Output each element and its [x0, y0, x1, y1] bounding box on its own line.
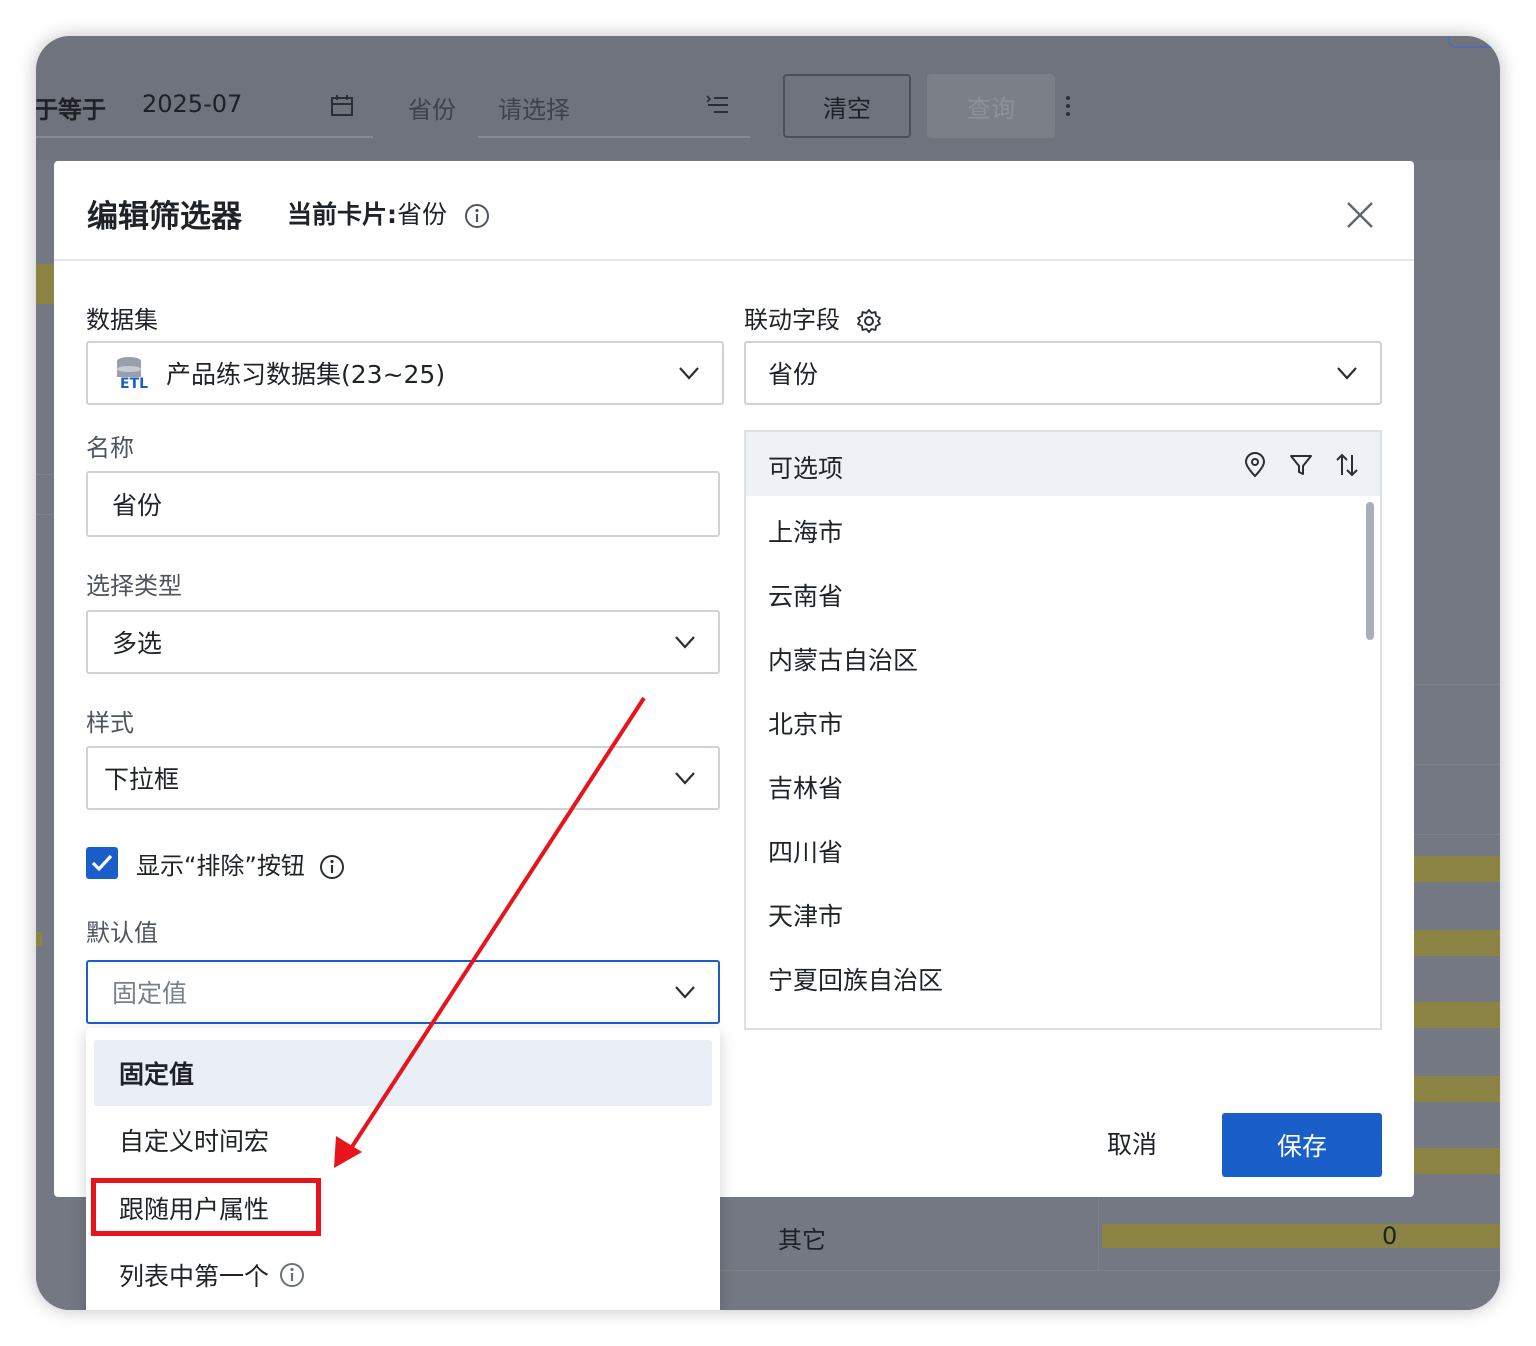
background-divider: [1414, 834, 1500, 835]
show-exclude-text: 显示“排除”按钮: [136, 852, 305, 880]
dataset-select[interactable]: ETL 产品练习数据集(23~25): [86, 341, 724, 405]
option-item[interactable]: 云南省: [768, 577, 843, 613]
background-province-underline: [478, 136, 750, 138]
background-other-label: 其它: [778, 1226, 826, 1254]
name-input[interactable]: 省份: [86, 471, 720, 537]
default-value-value: 固定值: [112, 979, 188, 1008]
style-select[interactable]: 下拉框: [86, 746, 720, 810]
linked-field-select[interactable]: 省份: [744, 341, 1382, 405]
background-date-value: 2025-07: [142, 90, 243, 118]
background-other-value: 0: [1382, 1222, 1398, 1250]
background-filter-label: 于等于: [36, 96, 106, 124]
current-card-value: 省份: [397, 200, 448, 229]
background-divider: [36, 514, 54, 515]
dataset-label: 数据集: [86, 306, 158, 334]
menu-item-first-in-list[interactable]: 列表中第一个: [94, 1242, 712, 1308]
save-button[interactable]: 保存: [1222, 1113, 1382, 1177]
name-value: 省份: [112, 491, 163, 520]
current-card-label: 当前卡片:省份: [287, 195, 490, 231]
chevron-down-icon: [679, 367, 699, 380]
checkmark-icon: [91, 854, 113, 872]
option-item[interactable]: 上海市: [768, 513, 843, 549]
background-bar: [1414, 1148, 1500, 1174]
background-toolbar: 于等于 2025-07 省份 请选择 清空 查询: [36, 36, 1500, 160]
etl-icon: ETL: [117, 357, 148, 390]
linked-field-value: 省份: [768, 360, 819, 389]
background-bar: [36, 932, 42, 946]
option-item[interactable]: 天津市: [768, 897, 843, 933]
option-item[interactable]: 北京市: [768, 705, 843, 741]
default-value-dropdown: 固定值 自定义时间宏 跟随用户属性 列表中第一个: [86, 1028, 720, 1310]
menu-item-custom-time-macro[interactable]: 自定义时间宏: [94, 1107, 712, 1173]
chevron-down-icon: [675, 772, 695, 785]
cancel-button[interactable]: 取消: [1084, 1113, 1180, 1173]
option-item[interactable]: 宁夏回族自治区: [768, 961, 943, 997]
background-corner-control: [1448, 36, 1500, 48]
style-value: 下拉框: [104, 765, 180, 794]
background-divider: [720, 1270, 1500, 1271]
background-divider: [1414, 764, 1500, 765]
background-clear-button[interactable]: 清空: [783, 74, 911, 138]
background-bar: [1414, 856, 1500, 882]
location-pin-icon[interactable]: [1242, 452, 1268, 478]
filter-icon[interactable]: [1288, 452, 1314, 478]
screen-frame: 于等于 2025-07 省份 请选择 清空 查询 其它 0 编辑筛选器 当前卡片…: [36, 36, 1500, 1310]
background-province-label: 省份: [408, 96, 456, 124]
info-icon[interactable]: [464, 203, 490, 229]
chevron-down-icon: [675, 986, 695, 999]
background-bar-other: [1102, 1224, 1500, 1248]
show-exclude-checkbox[interactable]: [86, 847, 118, 879]
dialog-title: 编辑筛选器: [87, 199, 242, 235]
default-value-label: 默认值: [86, 919, 158, 947]
close-icon[interactable]: [1340, 195, 1380, 235]
select-type-value: 多选: [112, 629, 163, 658]
options-panel: 可选项 上海市 云南省 内蒙古自治区 北京市 吉林省 四川省 天津市 宁夏回族自…: [744, 430, 1382, 1030]
option-item[interactable]: 吉林省: [768, 769, 843, 805]
background-bar: [1414, 1076, 1500, 1102]
show-exclude-label: 显示“排除”按钮: [136, 846, 345, 881]
dialog-header: 编辑筛选器 当前卡片:省份: [54, 161, 1414, 261]
option-item[interactable]: 四川省: [768, 833, 843, 869]
background-divider: [1414, 684, 1500, 685]
background-date-underline: [36, 136, 373, 138]
dataset-value: 产品练习数据集(23~25): [166, 360, 446, 389]
info-icon[interactable]: [319, 854, 345, 880]
options-scrollbar[interactable]: [1366, 502, 1374, 640]
sort-icon[interactable]: [1334, 452, 1360, 478]
background-bar: [1414, 930, 1500, 956]
options-header: 可选项: [746, 432, 1380, 496]
background-divider: [1098, 1196, 1099, 1270]
background-bar: [1414, 1002, 1500, 1028]
chevron-down-icon: [675, 636, 695, 649]
current-card-prefix: 当前卡片:: [287, 200, 397, 229]
options-title: 可选项: [768, 454, 844, 483]
default-value-select[interactable]: 固定值: [86, 960, 720, 1024]
background-bar: [36, 264, 54, 304]
background-divider: [36, 474, 54, 475]
background-province-placeholder: 请选择: [498, 96, 570, 124]
svg-text:ETL: ETL: [120, 376, 148, 390]
annotation-highlight-box: [91, 1178, 321, 1236]
background-query-button[interactable]: 查询: [927, 74, 1055, 138]
option-item[interactable]: 内蒙古自治区: [768, 641, 918, 677]
select-type-select[interactable]: 多选: [86, 610, 720, 674]
menu-item-first-in-list-text: 列表中第一个: [119, 1262, 270, 1291]
select-type-label: 选择类型: [86, 572, 182, 600]
calendar-icon: [331, 95, 353, 116]
linked-field-label: 联动字段: [744, 300, 882, 335]
list-select-icon: [706, 95, 728, 113]
menu-item-fixed-value[interactable]: 固定值: [94, 1040, 712, 1106]
more-vertical-icon[interactable]: [1064, 94, 1072, 118]
chevron-down-icon: [1337, 367, 1357, 380]
gear-icon[interactable]: [856, 308, 882, 334]
linked-field-text: 联动字段: [744, 306, 840, 334]
name-label: 名称: [86, 434, 134, 462]
style-label: 样式: [86, 709, 134, 737]
info-icon[interactable]: [279, 1262, 305, 1288]
